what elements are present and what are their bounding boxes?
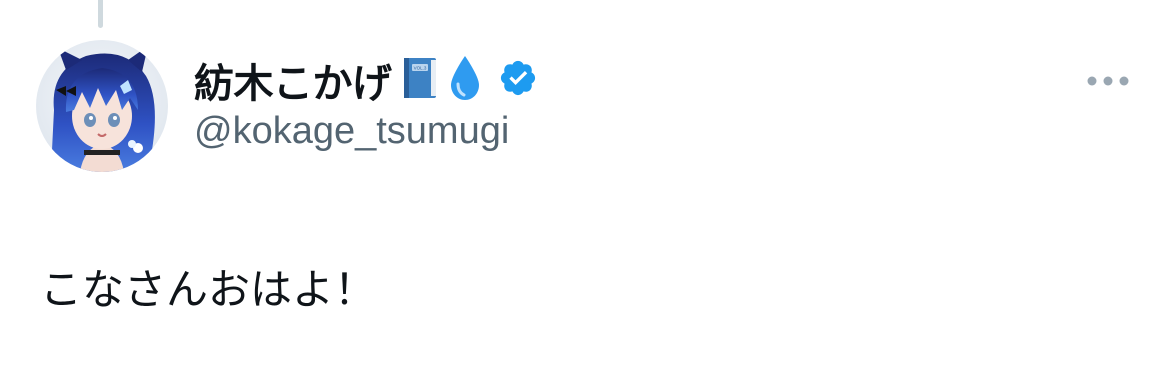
author-name-row: 紡木こかげ VOL.3 [194,52,538,108]
droplet-icon [448,54,482,106]
display-name[interactable]: 紡木こかげ [194,51,392,109]
blue-book-icon: VOL.3 [400,56,440,104]
thread-connector-line [98,0,103,28]
verified-badge-icon[interactable] [498,58,538,102]
avatar-image [36,40,168,172]
svg-text:VOL.3: VOL.3 [413,66,426,71]
more-horizontal-icon [1087,76,1129,86]
author-handle[interactable]: @kokage_tsumugi [194,110,509,153]
tweet-text: こなさんおはよ！ [40,265,377,314]
more-options-button[interactable] [1083,66,1133,96]
avatar[interactable] [36,40,168,172]
